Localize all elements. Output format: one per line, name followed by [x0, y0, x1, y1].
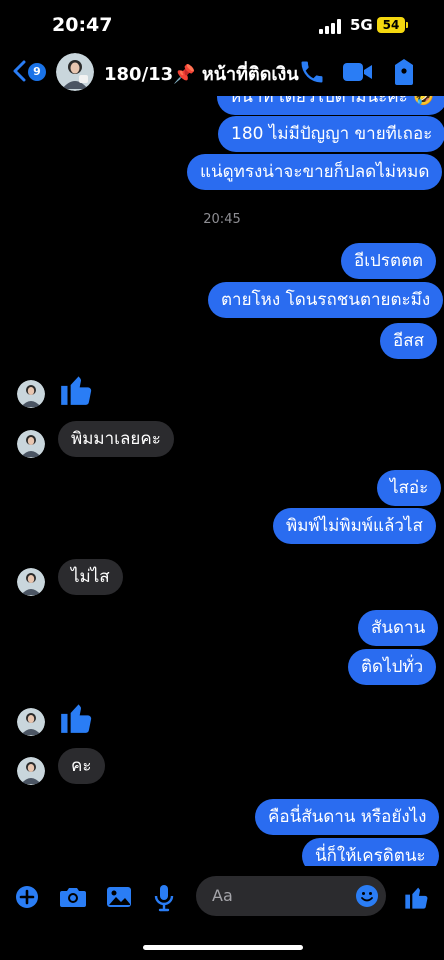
thumbs-up-icon[interactable]	[58, 698, 96, 736]
contact-avatar-small[interactable]	[17, 430, 45, 458]
back-chevron-icon[interactable]	[12, 60, 28, 82]
status-bar: 20:47 5G 54	[0, 0, 444, 50]
contact-avatar-small[interactable]	[17, 708, 45, 736]
info-shield-icon[interactable]	[392, 57, 416, 87]
camera-icon[interactable]	[59, 885, 87, 909]
message-incoming[interactable]: คะ	[58, 748, 105, 784]
message-list[interactable]: หน้าที่ เดี๋ยวไปตามนะคะ 🤣 180 ไม่มีปัญญา…	[0, 96, 444, 866]
gallery-icon[interactable]	[106, 885, 132, 909]
network-label: 5G	[350, 16, 373, 34]
message-outgoing[interactable]: หน้าที่ เดี๋ยวไปตามนะคะ 🤣	[217, 96, 444, 115]
message-outgoing[interactable]: คือนี่สันดาน หรือยังไง	[255, 799, 440, 835]
contact-avatar-small[interactable]	[17, 380, 45, 408]
battery-tip	[406, 22, 408, 28]
microphone-icon[interactable]	[154, 884, 174, 912]
phone-icon[interactable]	[298, 58, 326, 86]
message-outgoing[interactable]: ไสอ่ะ	[377, 470, 442, 506]
conversation-title[interactable]: 180/13📌 หน้าที่ติดเงิน	[104, 59, 299, 88]
message-outgoing[interactable]: ติดไปทั่ว	[348, 649, 437, 685]
send-like-icon[interactable]	[403, 883, 431, 911]
contact-avatar-small[interactable]	[17, 757, 45, 785]
message-outgoing[interactable]: อีเปรตตต	[341, 243, 437, 279]
battery-icon: 54	[377, 17, 405, 33]
timestamp: 20:45	[203, 212, 241, 227]
message-outgoing[interactable]: อีสส	[380, 323, 437, 359]
message-outgoing[interactable]: แน่ดูทรงน่าจะขายก็ปลดไม่หมด	[187, 154, 443, 190]
contact-avatar-small[interactable]	[17, 568, 45, 596]
message-incoming[interactable]: ไม่ไส	[58, 559, 123, 595]
video-call-icon[interactable]	[342, 60, 374, 84]
contact-avatar[interactable]	[56, 53, 94, 91]
status-time: 20:47	[52, 14, 113, 36]
message-outgoing[interactable]: นี่ก็ให้เครดิตนะ	[302, 838, 439, 866]
message-outgoing[interactable]: พิมพ์ไม่พิมพ์แล้วไส	[273, 508, 436, 544]
message-input-placeholder: Aa	[212, 886, 233, 905]
message-outgoing[interactable]: สันดาน	[358, 610, 439, 646]
signal-icon	[319, 19, 343, 34]
thumbs-up-icon[interactable]	[58, 370, 96, 408]
message-outgoing[interactable]: 180 ไม่มีปัญญา ขายทีเถอะ	[218, 116, 444, 152]
message-outgoing[interactable]: ตายโหง โดนรถชนตายตะมึง	[208, 282, 444, 318]
plus-icon[interactable]	[15, 885, 39, 909]
unread-badge[interactable]: 9	[28, 63, 46, 81]
message-incoming[interactable]: พิมมาเลยคะ	[58, 421, 174, 457]
home-indicator	[143, 945, 303, 950]
emoji-icon[interactable]	[355, 884, 379, 908]
